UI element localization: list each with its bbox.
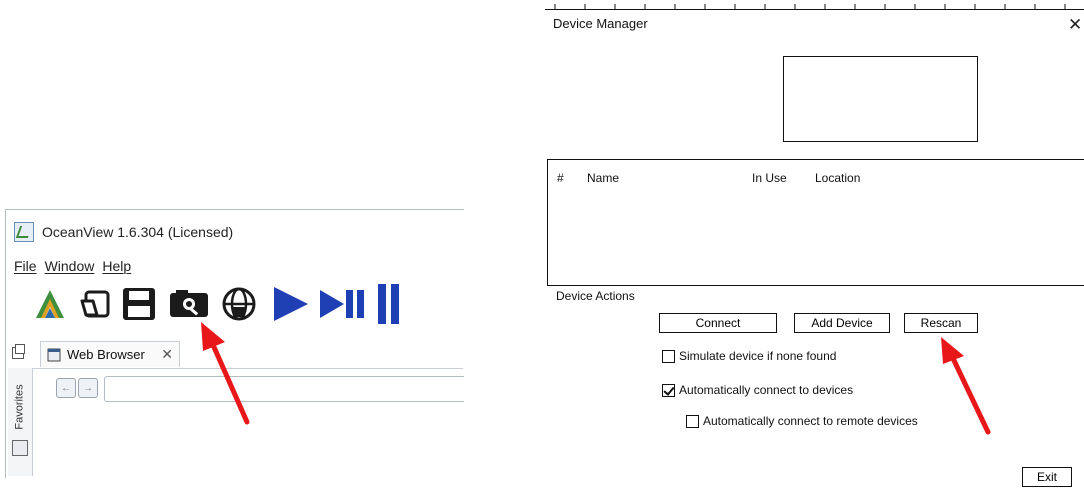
simulate-device-checkbox[interactable] [662,349,675,363]
auto-connect-checkbox[interactable] [662,383,675,397]
exit-button[interactable]: Exit [1022,467,1072,487]
tab-web-browser[interactable]: Web Browser ✕ [40,341,180,367]
close-dialog-icon[interactable]: ✕ [1068,15,1082,35]
column-header-location: Location [815,171,861,185]
auto-connect-label: Automatically connect to devices [679,383,854,397]
simulate-device-label: Simulate device if none found [679,349,837,363]
single-acquire-icon[interactable] [316,283,370,325]
menu-bar: File Window Help [14,258,131,274]
menu-help[interactable]: Help [102,258,131,274]
pause-icon[interactable] [372,283,406,325]
auto-connect-option[interactable]: Automatically connect to devices [662,383,853,397]
annotation-arrow-right [941,337,991,435]
web-browser-tab-icon [47,348,61,361]
save-icon[interactable] [118,283,160,325]
play-icon[interactable] [266,283,314,325]
connect-button[interactable]: Connect [659,313,777,333]
tab-label: Web Browser [67,347,145,362]
restore-window-icon[interactable] [12,344,25,359]
device-image-box [783,56,978,142]
column-header-in-use: In Use [752,171,787,185]
column-header-number: # [557,171,564,185]
favorites-side-tab[interactable]: Favorites [8,372,32,442]
url-input[interactable] [104,376,464,402]
menu-window[interactable]: Window [45,258,95,274]
device-manager-icon[interactable] [166,283,212,325]
rescan-button[interactable]: Rescan [904,313,978,333]
window-title-bar: OceanView 1.6.304 (Licensed) [14,220,233,244]
spectrasuite-logo-icon[interactable] [30,283,70,325]
window-title: OceanView 1.6.304 (Licensed) [42,224,234,240]
auto-connect-remote-option[interactable]: Automatically connect to remote devices [686,414,918,428]
auto-connect-remote-checkbox[interactable] [686,414,699,428]
column-header-name: Name [587,171,620,185]
top-edge-ticks [554,4,1066,9]
menu-file[interactable]: File [14,258,37,274]
device-actions-label: Device Actions [556,289,635,303]
auto-connect-remote-label: Automatically connect to remote devices [703,414,918,428]
network-icon[interactable] [216,283,262,325]
dialog-title: Device Manager [553,16,648,31]
open-project-icon[interactable] [76,283,116,325]
oceanview-app-icon [14,222,34,242]
favorites-icon[interactable] [12,440,28,456]
forward-button[interactable]: → [78,378,98,398]
simulate-device-option[interactable]: Simulate device if none found [662,349,836,363]
navigation-buttons: ← → [56,378,98,398]
dialog-top-border [545,9,1084,10]
close-tab-icon[interactable]: ✕ [161,346,173,363]
add-device-button[interactable]: Add Device [794,313,890,333]
back-button[interactable]: ← [56,378,76,398]
favorites-label: Favorites [14,384,26,430]
